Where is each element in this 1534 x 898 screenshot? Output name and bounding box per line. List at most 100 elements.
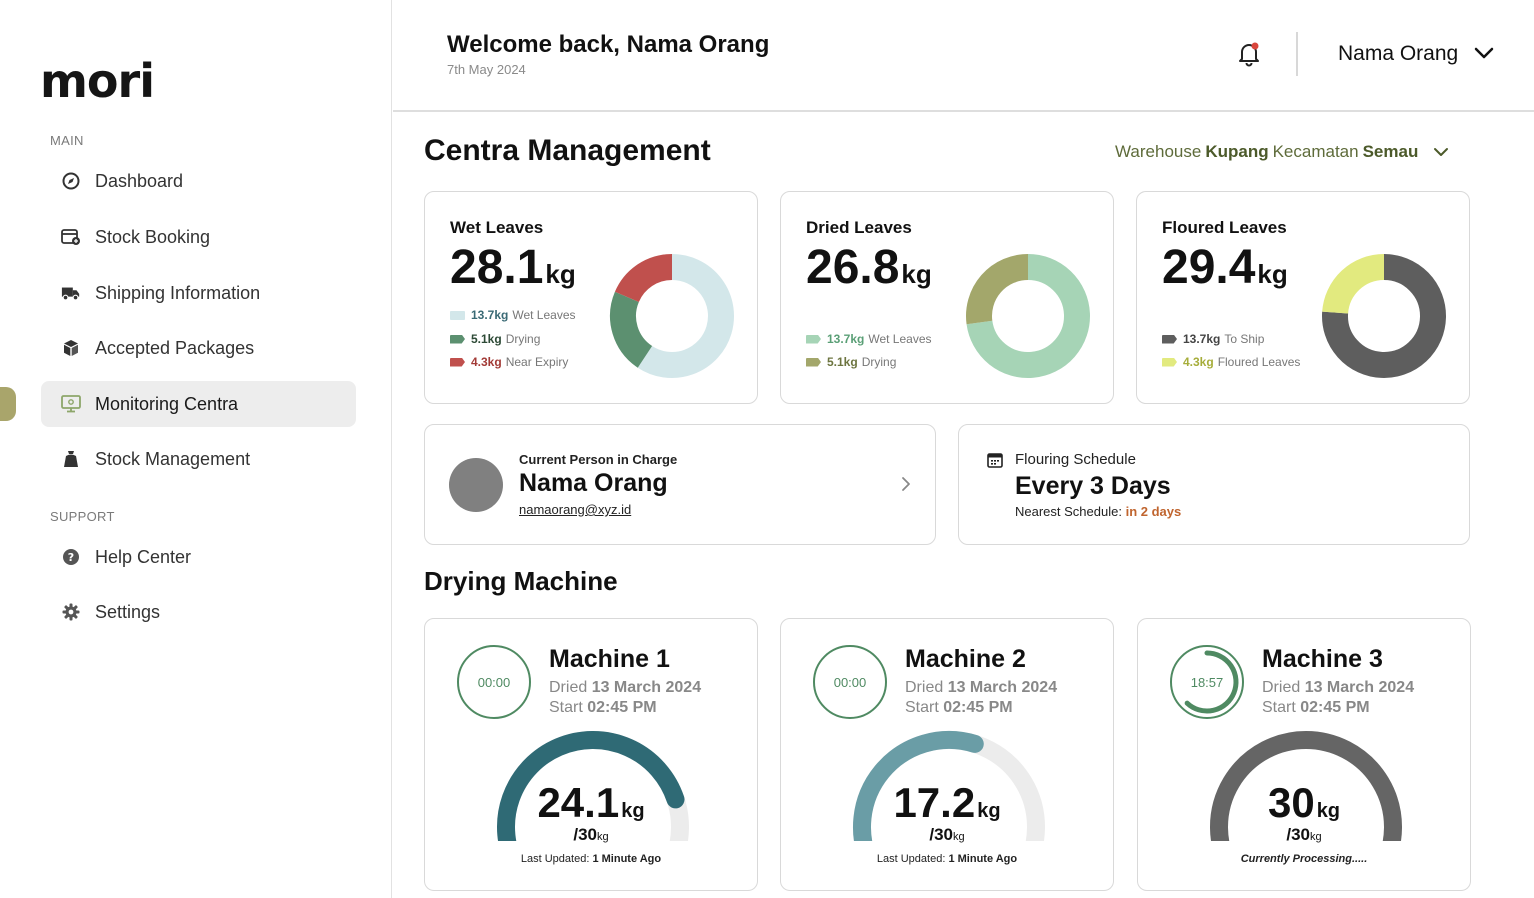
legend-item: 4.3kg Near Expiry bbox=[450, 355, 568, 369]
package-icon bbox=[61, 338, 81, 358]
flouring-schedule-card: Flouring Schedule Every 3 Days Nearest S… bbox=[958, 424, 1470, 545]
support-section-label: SUPPORT bbox=[50, 509, 115, 524]
machine-dried-date: Dried 13 March 2024 bbox=[1262, 679, 1415, 696]
stat-value: 28.1kg bbox=[450, 241, 576, 294]
help-icon: ? bbox=[61, 547, 81, 567]
sidebar-item-label: Stock Management bbox=[95, 448, 251, 469]
sidebar-item-label: Settings bbox=[95, 601, 161, 622]
person-in-charge-label: Current Person in Charge bbox=[519, 452, 678, 467]
wet-leaves-card: Wet Leaves 28.1kg 13.7kg Wet Leaves 5.1kg… bbox=[424, 191, 758, 404]
gauge-value: 24.1 kg bbox=[537, 779, 645, 826]
stat-value: 26.8kg bbox=[806, 241, 932, 294]
machine-name: Machine 1 bbox=[549, 645, 670, 673]
sidebar-item-monitoring-centra[interactable]: Monitoring Centra bbox=[41, 381, 356, 427]
drying-machine-title: Drying Machine bbox=[424, 566, 618, 596]
sidebar-item-label: Stock Booking bbox=[95, 226, 211, 247]
machine-dried-date: Dried 13 March 2024 bbox=[905, 679, 1058, 696]
calendar-icon bbox=[987, 452, 1003, 468]
sidebar-item-label: Dashboard bbox=[95, 170, 184, 191]
machine-start-time: Start 02:45 PM bbox=[549, 699, 657, 716]
sidebar-item-settings[interactable]: Settings bbox=[41, 589, 356, 635]
legend-item: 5.1kg Drying bbox=[806, 355, 896, 369]
person-in-charge-card[interactable]: Current Person in Charge Nama Orang nama… bbox=[424, 424, 936, 545]
person-name: Nama Orang bbox=[519, 469, 668, 497]
machine-name: Machine 3 bbox=[1262, 645, 1383, 673]
chevron-right-icon[interactable] bbox=[898, 475, 914, 493]
legend-item: 13.7kg Wet Leaves bbox=[806, 332, 932, 346]
legend-item: 4.3kg Floured Leaves bbox=[1162, 355, 1300, 369]
timer-ring: 00:00 bbox=[813, 645, 887, 719]
donut-segment bbox=[1322, 254, 1385, 315]
floured-leaves-donut-chart bbox=[1322, 254, 1446, 378]
last-updated: Last Updated: 1 Minute Ago bbox=[520, 853, 662, 865]
warehouse-name: Kupang bbox=[1205, 142, 1269, 161]
nearest-schedule: Nearest Schedule: in 2 days bbox=[1015, 504, 1182, 519]
main-section-label: MAIN bbox=[50, 133, 84, 148]
dashboard-compass-icon bbox=[61, 171, 81, 191]
dried-leaves-card: Dried Leaves 26.8kg 13.7kg Wet Leaves 5.1… bbox=[780, 191, 1114, 404]
warehouse-prefix: Warehouse bbox=[1115, 142, 1202, 161]
schedule-value: Every 3 Days bbox=[1015, 472, 1171, 500]
sidebar-item-dashboard[interactable]: Dashboard bbox=[41, 158, 356, 204]
machine-start-time: Start 02:45 PM bbox=[905, 699, 1013, 716]
sidebar-item-help-center[interactable]: ? Help Center bbox=[41, 534, 356, 580]
user-menu-name[interactable]: Nama Orang bbox=[1338, 42, 1458, 66]
wet-leaves-donut-chart bbox=[610, 254, 734, 378]
header-divider bbox=[1296, 32, 1298, 76]
gauge-max: /30kg bbox=[573, 825, 609, 844]
donut-segment bbox=[610, 291, 653, 368]
notification-bell-icon[interactable] bbox=[1235, 40, 1263, 68]
legend-item: 5.1kg Drying bbox=[450, 332, 540, 346]
timer-text: 00:00 bbox=[834, 675, 867, 690]
dried-leaves-donut-chart bbox=[966, 254, 1090, 378]
timer-text: 18:57 bbox=[1191, 675, 1224, 690]
machine-start-time: Start 02:45 PM bbox=[1262, 699, 1370, 716]
gear-icon bbox=[61, 602, 81, 622]
sidebar-item-label: Shipping Information bbox=[95, 282, 261, 303]
svg-text:?: ? bbox=[68, 551, 74, 564]
warehouse-selector[interactable]: Warehouse Kupang Kecamatan Semau bbox=[1115, 142, 1450, 162]
calendar-plus-icon bbox=[61, 227, 81, 247]
timer-ring: 00:00 bbox=[457, 645, 531, 719]
welcome-title: Welcome back, Nama Orang bbox=[447, 31, 770, 58]
gauge-value: 17.2 kg bbox=[893, 779, 1001, 826]
sidebar-item-accepted-packages[interactable]: Accepted Packages bbox=[41, 325, 356, 371]
sidebar-item-shipping-information[interactable]: Shipping Information bbox=[41, 270, 356, 316]
sidebar-item-stock-booking[interactable]: Stock Booking bbox=[41, 214, 356, 260]
stat-title: Dried Leaves bbox=[806, 218, 912, 237]
stat-title: Wet Leaves bbox=[450, 218, 544, 237]
donut-segment bbox=[966, 254, 1029, 325]
legend-item: 13.7kg To Ship bbox=[1162, 332, 1264, 346]
processing-status: Currently Processing..... bbox=[1240, 853, 1368, 865]
machine-name: Machine 2 bbox=[905, 645, 1026, 673]
gauge-max: /30kg bbox=[929, 825, 965, 844]
gauge-value: 30 kg bbox=[1267, 779, 1341, 826]
chevron-down-icon[interactable] bbox=[1473, 42, 1495, 64]
active-nav-marker bbox=[0, 387, 16, 421]
sidebar-item-label: Accepted Packages bbox=[95, 337, 255, 358]
stat-title: Floured Leaves bbox=[1162, 218, 1287, 237]
machine-card[interactable]: 00:00 Machine 2 Dried 13 March 2024 Star… bbox=[780, 618, 1114, 891]
sidebar-item-stock-management[interactable]: Stock Management bbox=[41, 436, 356, 482]
sidebar: mori MAIN Dashboard Stock Booking Shippi… bbox=[0, 0, 392, 898]
mori-logo[interactable]: mori bbox=[40, 58, 155, 104]
stat-value: 29.4kg bbox=[1162, 241, 1288, 294]
sidebar-item-label: Help Center bbox=[95, 546, 192, 567]
stock-bag-icon bbox=[61, 449, 81, 469]
machine-card[interactable]: 00:00 Machine 1 Dried 13 March 2024 Star… bbox=[424, 618, 758, 891]
current-date: 7th May 2024 bbox=[447, 62, 526, 77]
kecamatan-prefix: Kecamatan bbox=[1272, 142, 1359, 161]
donut-segment bbox=[614, 254, 673, 303]
machine-dried-date: Dried 13 March 2024 bbox=[549, 679, 702, 696]
person-email-link[interactable]: namaorang@xyz.id bbox=[519, 502, 631, 517]
truck-icon bbox=[61, 283, 81, 303]
timer-ring: 18:57 bbox=[1170, 645, 1244, 719]
top-header: Welcome back, Nama Orang 7th May 2024 Na… bbox=[393, 0, 1534, 112]
machine-card[interactable]: 18:57 Machine 3 Dried 13 March 2024 Star… bbox=[1137, 618, 1471, 891]
legend-item: 13.7kg Wet Leaves bbox=[450, 308, 576, 322]
timer-text: 00:00 bbox=[478, 675, 511, 690]
kecamatan-name: Semau bbox=[1362, 142, 1419, 161]
gauge-max: /30kg bbox=[1286, 825, 1322, 844]
floured-leaves-card: Floured Leaves 29.4kg 13.7kg To Ship 4.3k… bbox=[1136, 191, 1470, 404]
sidebar-item-label: Monitoring Centra bbox=[95, 393, 239, 414]
